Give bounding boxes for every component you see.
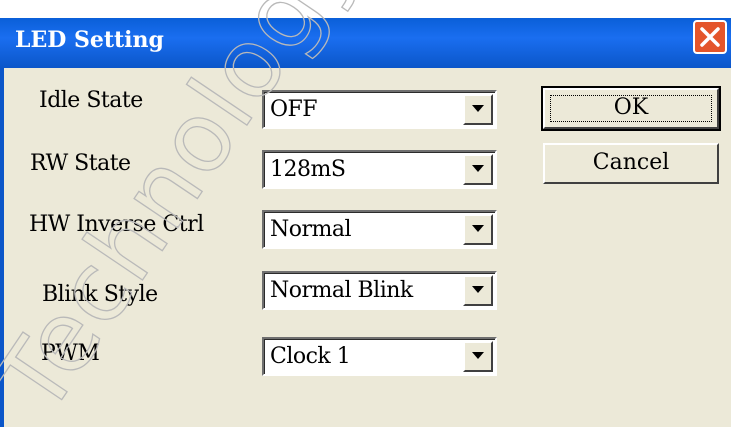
- dialog-title: LED Setting: [15, 27, 164, 53]
- idle-state-label: Idle State: [39, 88, 143, 113]
- focus-rectangle: [550, 95, 712, 122]
- chevron-down-icon: [472, 286, 484, 293]
- chevron-down-icon: [472, 165, 484, 172]
- hw-inverse-ctrl-select[interactable]: Normal: [262, 210, 497, 249]
- idle-state-dropdown-button[interactable]: [463, 94, 493, 125]
- cancel-button[interactable]: Cancel: [543, 143, 719, 184]
- hw-inverse-ctrl-label: HW Inverse Ctrl: [29, 212, 204, 237]
- blink-style-label: Blink Style: [42, 282, 158, 307]
- hw-inverse-ctrl-dropdown-button[interactable]: [463, 214, 493, 245]
- blink-style-select[interactable]: Normal Blink: [262, 271, 497, 310]
- rw-state-select[interactable]: 128mS: [262, 150, 497, 189]
- idle-state-select[interactable]: OFF: [262, 90, 497, 129]
- hw-inverse-ctrl-value: Normal: [270, 217, 352, 242]
- cancel-button-label: Cancel: [592, 150, 670, 175]
- screen-top-area: [0, 0, 731, 18]
- pwm-dropdown-button[interactable]: [463, 341, 493, 372]
- chevron-down-icon: [472, 352, 484, 359]
- rw-state-dropdown-button[interactable]: [463, 154, 493, 185]
- pwm-label: PWM: [41, 341, 100, 366]
- chevron-down-icon: [472, 225, 484, 232]
- blink-style-dropdown-button[interactable]: [463, 275, 493, 306]
- pwm-value: Clock 1: [270, 344, 351, 369]
- rw-state-label: RW State: [30, 151, 131, 176]
- close-button[interactable]: [693, 20, 727, 54]
- rw-state-value: 128mS: [270, 157, 346, 182]
- blink-style-value: Normal Blink: [270, 278, 413, 303]
- chevron-down-icon: [472, 105, 484, 112]
- close-icon: [700, 27, 720, 47]
- idle-state-value: OFF: [270, 97, 318, 122]
- pwm-select[interactable]: Clock 1: [262, 337, 497, 376]
- ok-button[interactable]: OK: [541, 86, 721, 131]
